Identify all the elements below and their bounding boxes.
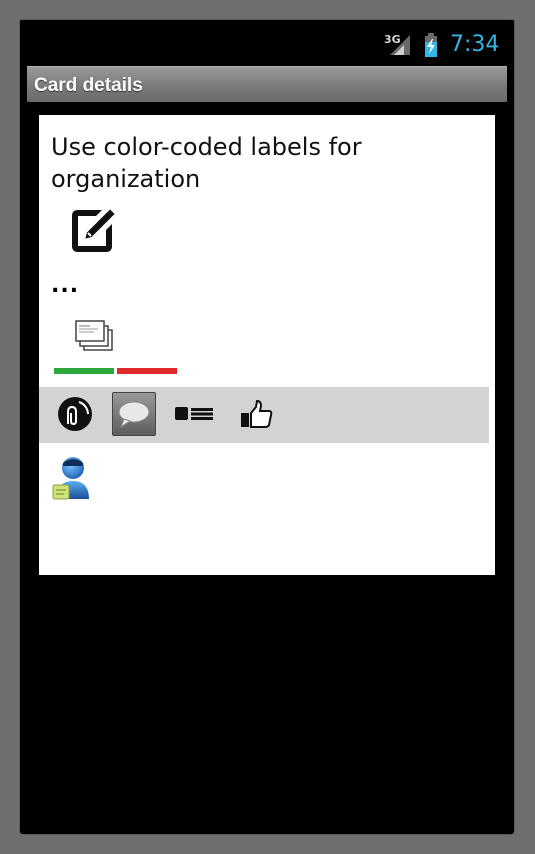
- comment-button[interactable]: [112, 392, 156, 436]
- card-stack-icon: [75, 320, 113, 351]
- clock: 7:34: [450, 32, 500, 57]
- like-icon: [241, 399, 273, 428]
- member-avatar-icon[interactable]: [51, 453, 95, 501]
- checklist-icon: [175, 407, 213, 420]
- card-action-bar: [39, 387, 489, 443]
- card-description[interactable]: ...: [51, 273, 79, 298]
- checklist-button[interactable]: [172, 392, 216, 436]
- signal-icon: [390, 35, 410, 55]
- title-bar: Card details: [27, 66, 507, 102]
- attachment-button[interactable]: [53, 392, 97, 436]
- card-title[interactable]: Use color-coded labels for organization: [51, 131, 471, 195]
- attachment-icon: [58, 397, 92, 431]
- card-details-panel: Use color-coded labels for organization …: [39, 115, 495, 575]
- edit-icon[interactable]: [68, 206, 118, 256]
- label-red[interactable]: [117, 368, 177, 374]
- screen-title: Card details: [34, 75, 143, 96]
- device-screen: 3G 7:34 Card details Use color-coded lab…: [20, 20, 514, 834]
- status-bar: 3G 7:34: [20, 20, 514, 64]
- label-green[interactable]: [54, 368, 114, 374]
- like-button[interactable]: [234, 392, 278, 436]
- comment-icon: [118, 401, 150, 429]
- battery-charging-icon: [425, 33, 437, 57]
